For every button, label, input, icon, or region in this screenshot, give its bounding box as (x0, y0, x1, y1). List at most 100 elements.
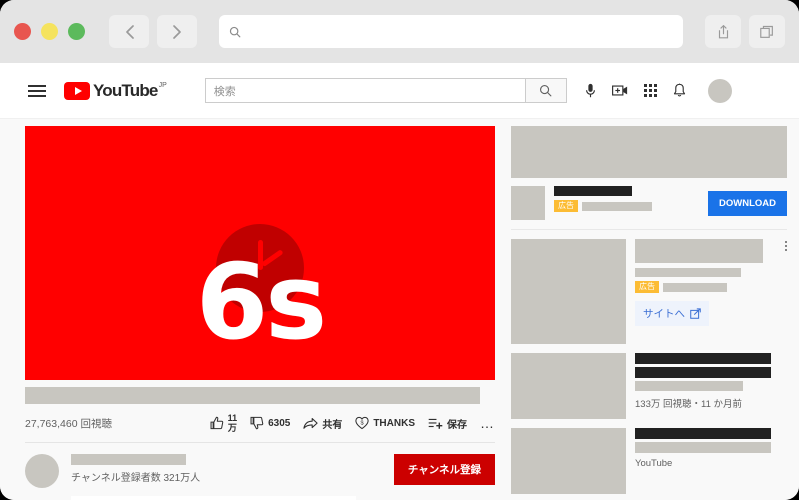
ad-video-advertiser (663, 282, 727, 292)
svg-text:$: $ (361, 420, 365, 426)
save-button[interactable]: 保存 (428, 416, 467, 431)
ad-video-thumbnail[interactable] (511, 239, 626, 344)
youtube-country-code: JP (158, 81, 167, 89)
sidebar-video-title-line1 (635, 353, 771, 364)
create-video-icon (611, 85, 627, 96)
address-bar[interactable] (219, 15, 683, 48)
sidebar-video-item[interactable]: 133万 回視聴・11 か月前 (511, 353, 787, 419)
ad-video-badge-line: 広告 (635, 281, 787, 293)
subscribe-button[interactable]: チャンネル登録 (393, 454, 495, 485)
thanks-label: THANKS (373, 417, 415, 429)
ad-app-subline: 広告 (554, 200, 708, 212)
notifications-bell-icon (673, 83, 685, 97)
primary-column: 6s 27,763,460 回視聴 11 万 6305 共有 $ THANKS … (25, 126, 495, 500)
sidebar-video-info: 133万 回視聴・11 か月前 (635, 353, 787, 419)
chevron-right-icon (172, 24, 181, 39)
minimize-window-button[interactable] (41, 23, 58, 40)
share-button[interactable] (705, 15, 741, 48)
save-label: 保存 (447, 419, 467, 431)
ad-promoted-app: 広告 DOWNLOAD (511, 186, 787, 220)
view-count: 27,763,460 回視聴 (25, 417, 112, 430)
share-button[interactable]: 共有 (303, 416, 342, 431)
tabs-icon (760, 25, 773, 38)
share-arrow-icon (303, 417, 318, 429)
ad-video-channel (635, 268, 741, 277)
search-submit-button[interactable] (524, 78, 567, 103)
sidebar-video-title-line2 (635, 367, 771, 378)
youtube-header: YouTube JP 検索 (0, 63, 799, 119)
youtube-play-icon (64, 81, 90, 100)
ad-badge: 広告 (554, 200, 578, 212)
tabs-button[interactable] (749, 15, 785, 48)
more-horizontal-icon: … (480, 415, 495, 431)
sidebar-video-info: YouTube (635, 428, 787, 494)
sidebar-video-meta: YouTube (635, 458, 673, 469)
ad-download-button[interactable]: DOWNLOAD (708, 190, 787, 216)
back-button[interactable] (109, 15, 149, 48)
thumbs-up-icon (210, 416, 223, 430)
forward-button[interactable] (157, 15, 197, 48)
ad-visit-site-link[interactable]: サイトへ (635, 301, 709, 326)
heart-dollar-icon: $ (355, 416, 369, 430)
video-progress-bar[interactable] (25, 376, 495, 380)
sidebar-video-channel (635, 381, 743, 391)
ad-badge: 広告 (635, 281, 659, 293)
ad-video-title (635, 239, 763, 263)
ad-video-card: 広告 サイトへ (511, 239, 787, 344)
dislike-button[interactable]: 6305 (250, 416, 290, 430)
search-input[interactable]: 検索 (204, 78, 525, 103)
channel-name[interactable] (71, 454, 186, 465)
more-actions-button[interactable]: … (480, 415, 495, 431)
subscriber-count: チャンネル登録者数 321万人 (71, 473, 201, 484)
video-player[interactable]: 6s (25, 126, 495, 376)
hamburger-icon[interactable] (28, 84, 46, 97)
sidebar-video-thumbnail[interactable] (511, 353, 626, 419)
channel-row: チャンネル登録者数 321万人 チャンネル登録 (25, 454, 495, 488)
apps-grid-button[interactable] (643, 84, 657, 97)
thumbs-down-icon (250, 416, 264, 430)
create-video-button[interactable] (611, 84, 628, 97)
thanks-button[interactable]: $ THANKS (355, 416, 415, 430)
like-count-value: 11 (227, 413, 238, 423)
video-title (25, 387, 480, 404)
ad-app-info: 広告 (554, 186, 708, 212)
browser-toolbar (0, 0, 799, 63)
apps-grid-icon (643, 84, 657, 97)
ad-app-icon (511, 186, 545, 220)
traffic-lights (14, 23, 85, 40)
playlist-add-icon (428, 418, 443, 429)
account-avatar[interactable] (707, 78, 732, 103)
like-button[interactable]: 11 万 (210, 413, 238, 433)
header-actions (585, 78, 732, 103)
search-icon (229, 26, 241, 37)
mic-icon (585, 83, 595, 97)
share-icon (718, 24, 728, 38)
like-count-unit: 万 (227, 423, 237, 433)
voice-search-button[interactable] (585, 83, 596, 99)
channel-avatar[interactable] (25, 454, 59, 488)
youtube-logo[interactable]: YouTube JP (64, 81, 167, 100)
sidebar-video-thumbnail[interactable] (511, 428, 626, 494)
close-window-button[interactable] (14, 23, 31, 40)
sidebar-video-title-line2 (635, 442, 771, 453)
sidebar-video-title-line1 (635, 428, 771, 439)
dislike-count: 6305 (268, 417, 291, 429)
maximize-window-button[interactable] (68, 23, 85, 40)
video-meta-row: 27,763,460 回視聴 11 万 6305 共有 $ THANKS 保存 … (25, 413, 495, 433)
meta-divider (25, 442, 495, 443)
share-label: 共有 (322, 419, 343, 431)
youtube-search: 検索 (204, 78, 567, 103)
search-icon (540, 85, 552, 97)
browser-window: YouTube JP 検索 6s 27,763,460 回視聴 11 万 630… (0, 0, 799, 500)
notifications-button[interactable] (673, 83, 686, 98)
more-vertical-icon[interactable] (785, 241, 787, 251)
ad-app-title (554, 186, 632, 196)
ad-app-advertiser (582, 201, 652, 211)
ad-video-info: 広告 サイトへ (635, 239, 787, 344)
channel-info: チャンネル登録者数 321万人 (71, 454, 200, 484)
sidebar-video-item[interactable]: YouTube (511, 428, 787, 494)
page-content: 6s 27,763,460 回視聴 11 万 6305 共有 $ THANKS … (0, 119, 799, 500)
sidebar: 広告 DOWNLOAD 広告 サイトへ 133万 回視聴・11 か月前 YouT… (511, 126, 787, 500)
ad-visit-site-label: サイトへ (643, 308, 685, 320)
ad-banner-image[interactable] (511, 126, 787, 178)
